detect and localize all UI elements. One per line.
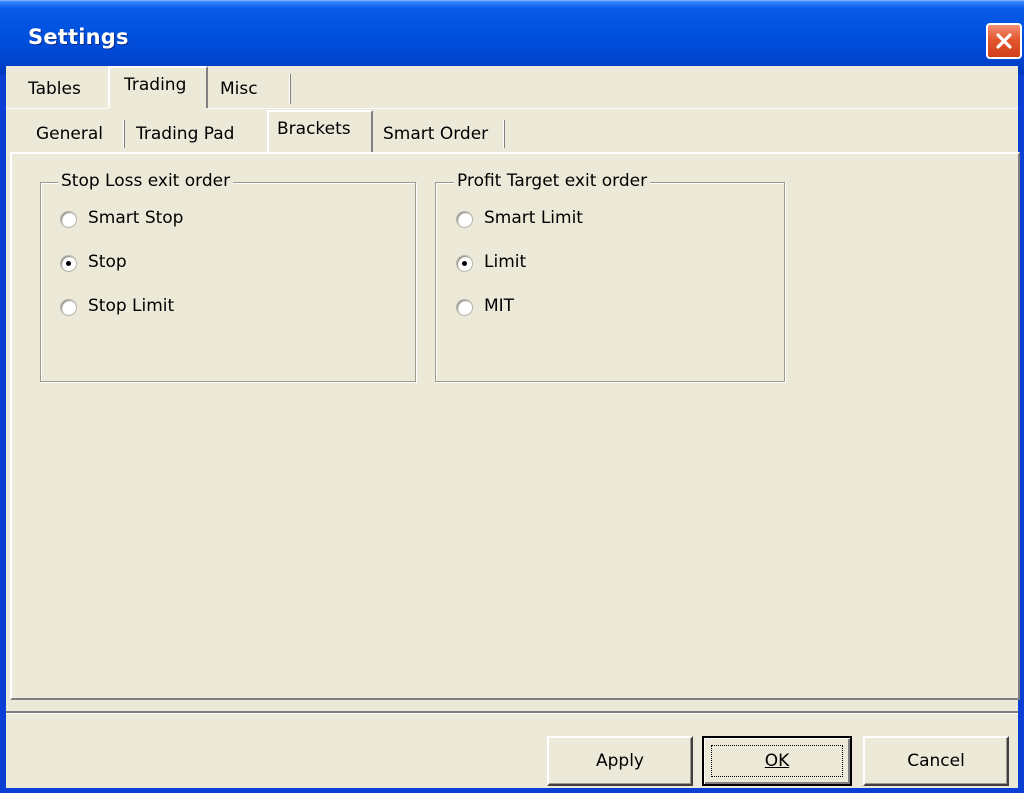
- radio-label: MIT: [484, 296, 515, 316]
- tab-smart-order[interactable]: Smart Order: [376, 116, 504, 150]
- cancel-button-label: Cancel: [907, 751, 965, 771]
- brackets-tab-panel: Stop Loss exit order Smart Stop Stop Sto…: [10, 152, 1020, 700]
- profit-target-group-title: Profit Target exit order: [454, 171, 651, 191]
- radio-label: Stop Limit: [88, 296, 175, 316]
- radio-stop-limit[interactable]: Stop Limit: [60, 296, 210, 320]
- tab-separator: [503, 120, 505, 148]
- apply-button-label: Apply: [596, 751, 644, 771]
- radio-selected-dot: [66, 261, 71, 266]
- radio-label: Limit: [484, 252, 527, 272]
- tab-trading-pad-label: Trading Pad: [136, 124, 235, 144]
- radio-selected-dot: [462, 261, 467, 266]
- footer-divider-highlight: [6, 713, 1018, 714]
- radio-mit[interactable]: MIT: [456, 296, 576, 320]
- tab-separator: [289, 74, 291, 104]
- radio-button: [456, 299, 473, 316]
- radio-button: [60, 255, 77, 272]
- apply-button[interactable]: Apply: [547, 736, 693, 786]
- tab-brackets[interactable]: Brackets: [267, 110, 373, 152]
- tab-tables-label: Tables: [28, 79, 81, 99]
- tab-separator: [123, 120, 125, 148]
- close-icon: [996, 33, 1012, 49]
- tab-brackets-label: Brackets: [277, 119, 351, 139]
- settings-window: Settings Tables Trading Misc General Tra…: [0, 0, 1024, 793]
- radio-label: Stop: [88, 252, 127, 272]
- tab-general[interactable]: General: [30, 116, 126, 150]
- radio-button: [60, 211, 77, 228]
- radio-smart-stop[interactable]: Smart Stop: [60, 208, 220, 232]
- title-bar[interactable]: Settings: [0, 0, 1024, 75]
- tab-misc[interactable]: Misc: [210, 70, 290, 106]
- radio-label: Smart Limit: [484, 208, 583, 228]
- ok-button[interactable]: OK: [702, 736, 852, 786]
- tab-trading-label: Trading: [124, 75, 187, 95]
- radio-button: [456, 255, 473, 272]
- tab-trading-pad[interactable]: Trading Pad: [128, 116, 264, 150]
- tab-tables[interactable]: Tables: [10, 70, 104, 106]
- window-title: Settings: [28, 25, 129, 49]
- tab-misc-label: Misc: [220, 79, 258, 99]
- tab-general-label: General: [36, 124, 103, 144]
- stop-loss-group-title: Stop Loss exit order: [58, 171, 234, 191]
- tab-smart-order-label: Smart Order: [383, 124, 489, 144]
- radio-button: [456, 211, 473, 228]
- radio-label: Smart Stop: [88, 208, 184, 228]
- outer-tab-baseline-right: [208, 108, 1018, 109]
- close-button[interactable]: [986, 23, 1022, 59]
- radio-smart-limit[interactable]: Smart Limit: [456, 208, 616, 232]
- dialog-client-area: Tables Trading Misc General Trading Pad …: [6, 66, 1020, 788]
- radio-limit[interactable]: Limit: [456, 252, 576, 276]
- ok-button-label: OK: [764, 751, 790, 771]
- cancel-button[interactable]: Cancel: [863, 736, 1009, 786]
- tab-trading[interactable]: Trading: [108, 66, 208, 108]
- outer-tab-baseline-left: [6, 108, 108, 109]
- radio-button: [60, 299, 77, 316]
- radio-stop[interactable]: Stop: [60, 252, 180, 276]
